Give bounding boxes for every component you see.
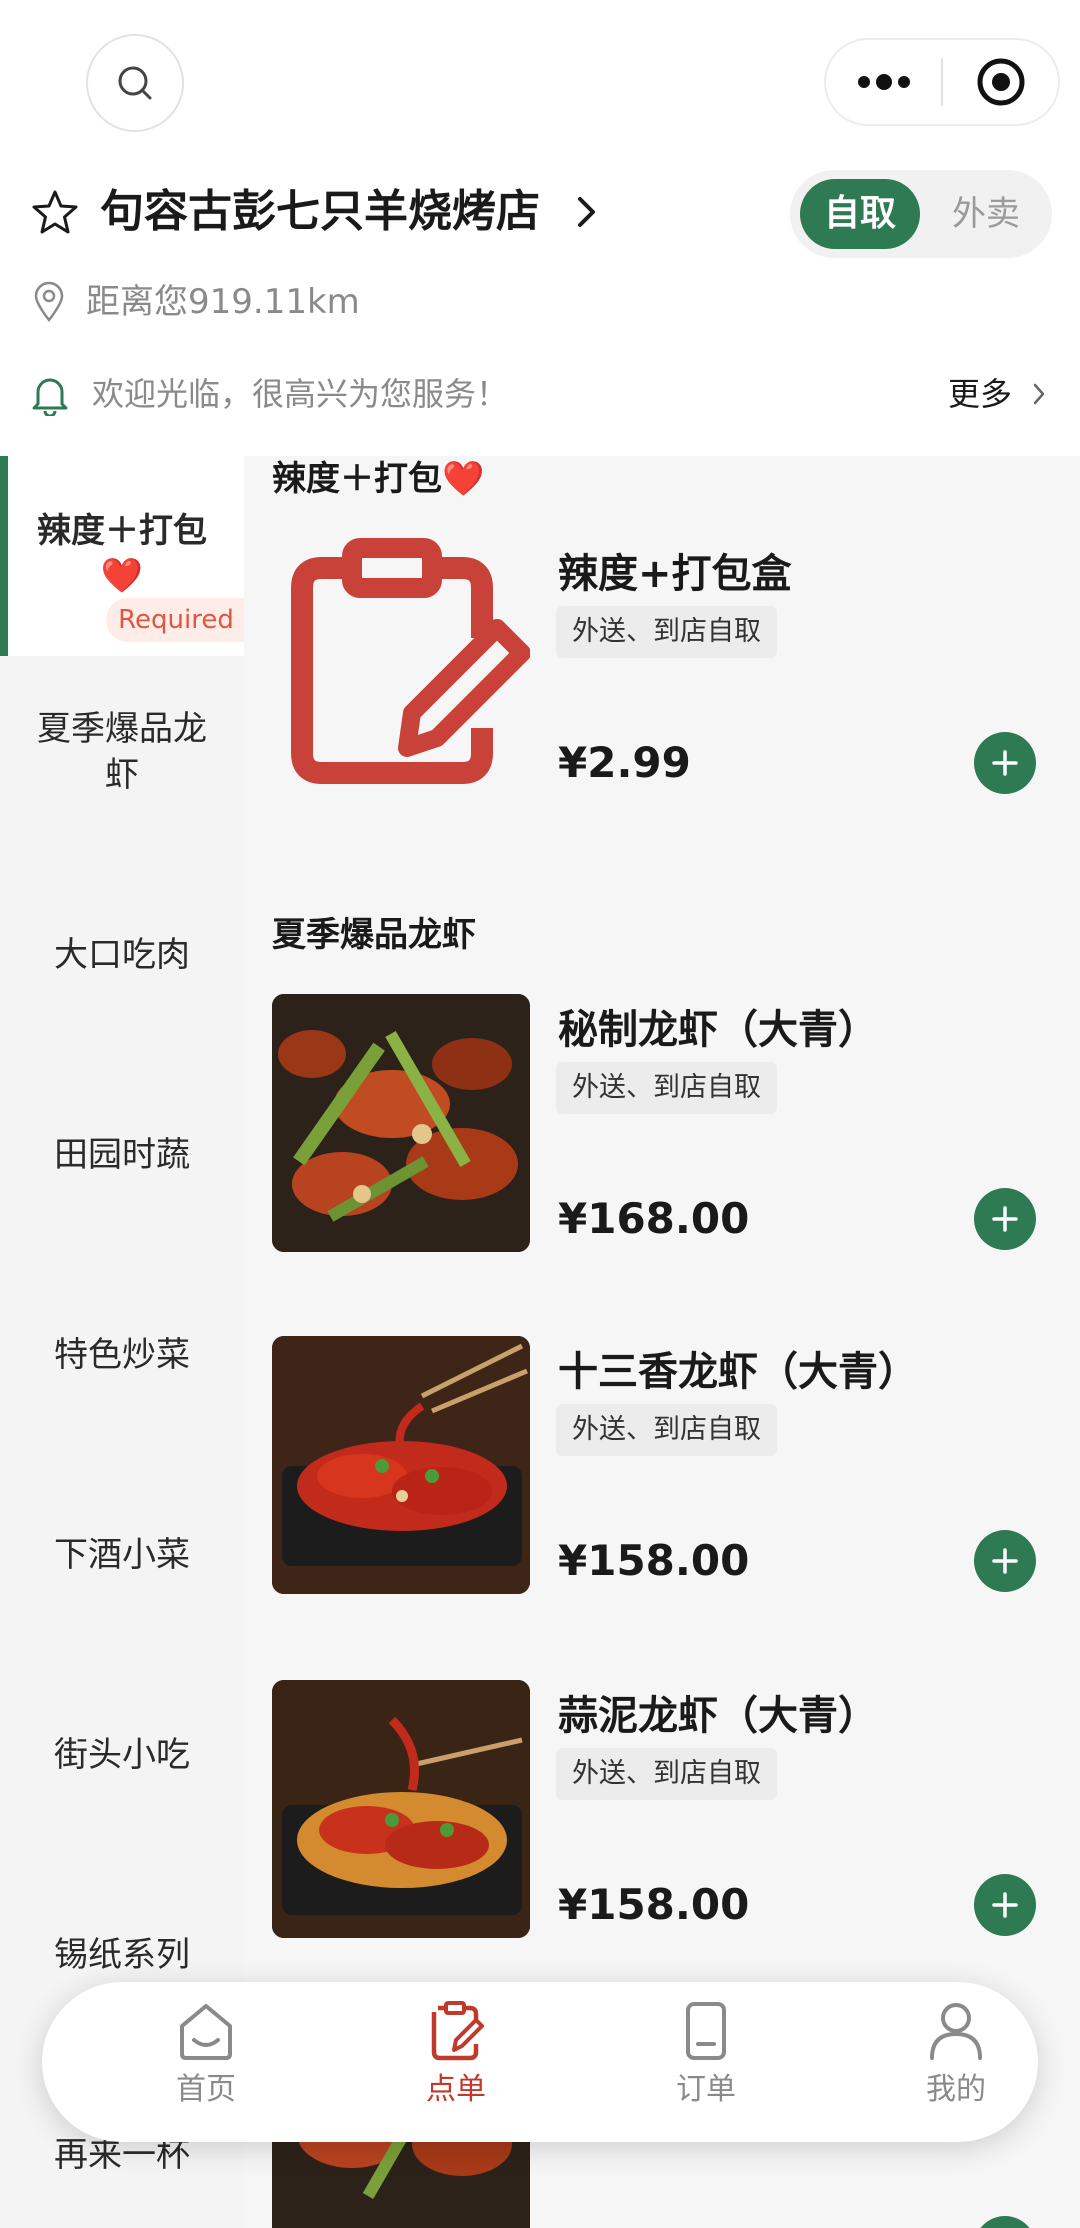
item-price: ¥158.00: [558, 1536, 750, 1585]
plus-icon: [992, 750, 1018, 776]
category-sidebar: 辣度＋打包 ❤️ Required 夏季爆品龙 虾 大口吃肉 田园时蔬 特色炒菜…: [0, 456, 246, 2228]
item-name[interactable]: 蒜泥龙虾（大青）: [558, 1688, 878, 1744]
item-name[interactable]: 秘制龙虾（大青）: [558, 1002, 878, 1058]
item-tag: 外送、到店自取: [556, 1748, 777, 1800]
more-link[interactable]: 更多: [948, 372, 1012, 416]
add-to-cart-button-partial[interactable]: [974, 2216, 1036, 2228]
welcome-notice: 欢迎光临，很高兴为您服务！: [92, 375, 509, 413]
bell-icon: [32, 378, 68, 416]
add-to-cart-button[interactable]: [974, 732, 1036, 794]
order-mode-toggle: 自取 外卖: [790, 170, 1052, 258]
home-icon: [180, 2004, 232, 2060]
plus-icon: [992, 1548, 1018, 1574]
item-name[interactable]: 辣度+打包盒: [558, 546, 792, 602]
item-image[interactable]: [272, 994, 530, 1252]
item-name[interactable]: 十三香龙虾（大青）: [558, 1344, 918, 1400]
item-price: ¥2.99: [558, 738, 691, 787]
order-icon: [431, 2001, 484, 2061]
shop-name[interactable]: 句容古彭七只羊烧烤店: [100, 182, 540, 242]
plus-icon: [992, 1206, 1018, 1232]
tab-label: 订单: [676, 2072, 736, 2107]
crayfish-photo: [272, 994, 530, 1252]
sidebar-item-meat[interactable]: 大口吃肉: [0, 932, 244, 978]
distance-text: 距离您919.11km: [86, 282, 360, 322]
add-to-cart-button[interactable]: [974, 1530, 1036, 1592]
tab-order[interactable]: 点单: [376, 2000, 536, 2124]
mode-pickup-button[interactable]: 自取: [800, 179, 920, 249]
sidebar-item-summer-crayfish[interactable]: 夏季爆品龙 虾: [0, 706, 244, 798]
item-image[interactable]: [272, 1680, 530, 1938]
more-menu-button[interactable]: [826, 40, 941, 124]
page: 句容古彭七只羊烧烤店 自取 外卖 距离您919.11km 欢迎光临，很高兴为您服…: [0, 0, 1080, 2228]
mode-delivery-button[interactable]: 外卖: [930, 179, 1042, 249]
menu-content: 辣度＋打包❤️ 辣度+打包盒 外送、到店自取 ¥2.99 夏季爆品龙虾 秘制龙虾…: [244, 456, 1080, 2228]
close-miniapp-button[interactable]: [943, 40, 1058, 124]
sidebar-item-foil[interactable]: 锡纸系列: [0, 1932, 244, 1978]
tab-home[interactable]: 首页: [126, 2000, 286, 2124]
location-pin-icon: [34, 281, 64, 322]
item-price: ¥168.00: [558, 1194, 750, 1243]
required-badge: Required: [106, 598, 246, 642]
item-tag: 外送、到店自取: [556, 1404, 777, 1456]
sidebar-item-spicy-pack[interactable]: 辣度＋打包 ❤️ Required: [0, 456, 246, 656]
sidebar-item-vegetables[interactable]: 田园时蔬: [0, 1132, 244, 1178]
tab-label: 点单: [426, 2072, 486, 2107]
add-to-cart-button[interactable]: [974, 1188, 1036, 1250]
add-to-cart-button[interactable]: [974, 1874, 1036, 1936]
receipt-icon: [686, 2002, 726, 2060]
user-icon: [930, 2003, 982, 2060]
plus-icon: [992, 1892, 1018, 1918]
miniapp-capsule: [824, 38, 1060, 126]
target-close-icon: [977, 58, 1024, 106]
heart-emoji: ❤️: [100, 556, 144, 596]
tab-orders[interactable]: 订单: [626, 2000, 786, 2124]
sidebar-item-label: 夏季爆品龙: [37, 709, 207, 749]
crayfish-photo: [272, 1336, 530, 1594]
tab-label: 首页: [176, 2072, 236, 2107]
item-tag: 外送、到店自取: [556, 1062, 777, 1114]
sidebar-item-stir-fry[interactable]: 特色炒菜: [0, 1332, 244, 1378]
chevron-right-icon: [578, 197, 595, 227]
item-image[interactable]: [272, 538, 530, 796]
active-indicator: [0, 456, 8, 656]
bottom-tab-bar: 首页 点单 订单 我的: [42, 1982, 1038, 2142]
sidebar-item-label: 辣度＋打包: [37, 511, 207, 551]
crayfish-photo: [272, 1680, 530, 1938]
sidebar-item-snacks-with-drinks[interactable]: 下酒小菜: [0, 1532, 244, 1578]
search-icon: [118, 66, 152, 100]
clipboard-pencil-icon: [291, 538, 530, 784]
favorite-star-icon[interactable]: [30, 188, 80, 238]
section-title: 辣度＋打包❤️: [272, 459, 485, 499]
more-dots-icon: [857, 74, 910, 90]
item-price: ¥158.00: [558, 1880, 750, 1929]
item-image[interactable]: [272, 1336, 530, 1594]
search-button[interactable]: [86, 34, 184, 132]
item-tag: 外送、到店自取: [556, 606, 777, 658]
sidebar-item-street-food[interactable]: 街头小吃: [0, 1732, 244, 1778]
chevron-right-icon: [1033, 383, 1045, 405]
tab-label: 我的: [926, 2072, 986, 2107]
section-title: 夏季爆品龙虾: [272, 915, 476, 955]
tab-profile[interactable]: 我的: [876, 2000, 1036, 2124]
sidebar-item-label-line2: 虾: [105, 755, 139, 795]
